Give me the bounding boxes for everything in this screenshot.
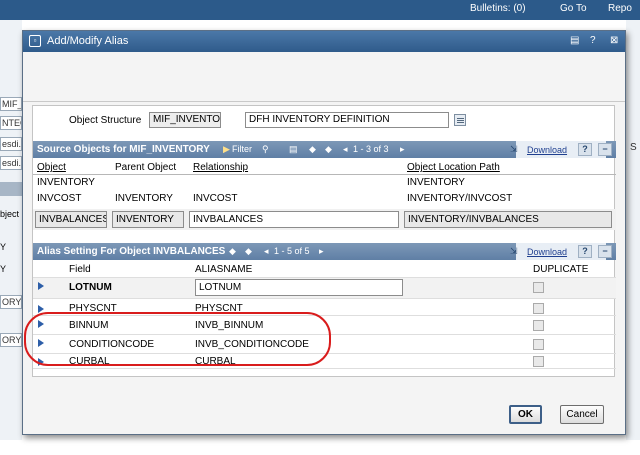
table-row[interactable]: INVENTORY INVENTORY <box>33 175 616 191</box>
object-structure-row: Object Structure MIF_INVENTORY DFH INVEN… <box>33 112 616 130</box>
row-arrow-icon[interactable] <box>38 282 44 290</box>
alias-setting-title: Alias Setting For Object INVBALANCES <box>37 246 226 257</box>
column-header-aliasname: ALIASNAME <box>195 264 253 275</box>
bg-bar <box>0 182 22 196</box>
column-header-location-path[interactable]: Object Location Path <box>407 162 500 173</box>
filter-link[interactable]: Filter <box>232 144 252 154</box>
cell-path: INVENTORY/INVBALANCES <box>404 211 612 228</box>
previous-page-icon[interactable]: ◂ <box>264 246 269 257</box>
previous-page-icon[interactable]: ◂ <box>343 144 348 155</box>
cell-field: LOTNUM <box>69 282 112 293</box>
cell-object: INVBALANCES <box>35 211 107 228</box>
bg-field: MIF_ <box>0 97 22 111</box>
cell-relationship[interactable]: INVBALANCES <box>189 211 399 228</box>
duplicate-checkbox[interactable] <box>533 320 544 331</box>
table-row[interactable]: INVCOST INVENTORY INVCOST INVENTORY/INVC… <box>33 191 616 209</box>
column-header-duplicate: DUPLICATE <box>533 264 589 275</box>
dialog-icon: ▫ <box>29 35 41 47</box>
next-page-icon[interactable]: ▸ <box>319 246 324 257</box>
find-icon[interactable]: ⚲ <box>262 144 269 155</box>
bg-text: Y <box>0 264 7 274</box>
ok-button[interactable]: OK <box>509 405 542 424</box>
column-header-relationship[interactable]: Relationship <box>193 162 248 173</box>
dialog-toolbar-area <box>23 52 625 102</box>
cell-parent: INVENTORY <box>112 211 184 228</box>
download-link[interactable]: Download <box>527 247 567 257</box>
pager-text: 1 - 5 of 5 <box>274 246 310 256</box>
table-header: Field ALIASNAME DUPLICATE <box>33 261 616 277</box>
duplicate-checkbox[interactable] <box>533 303 544 314</box>
download-icon[interactable]: ⇲ <box>510 144 518 155</box>
download-link[interactable]: Download <box>527 145 567 155</box>
pager-text: 1 - 3 of 3 <box>353 144 389 154</box>
source-objects-table: Object Parent Object Relationship Object… <box>33 161 616 230</box>
reports-link[interactable]: Repo <box>608 3 632 14</box>
background-left-panel: MIF_ NTEG esdi.i esdi.i bject Y Y ORY OR… <box>0 20 22 440</box>
cell-relationship: INVCOST <box>193 193 238 204</box>
source-objects-header: Source Objects for MIF_INVENTORY ▶ Filte… <box>33 141 616 158</box>
goto-link[interactable]: Go To <box>560 3 587 14</box>
cancel-button[interactable]: Cancel <box>560 405 604 424</box>
table-row-selected[interactable]: LOTNUM LOTNUM <box>33 277 616 298</box>
alias-setting-header: Alias Setting For Object INVBALANCES ◆ ◆… <box>33 243 616 260</box>
bg-field: NTEG <box>0 116 22 130</box>
app-header: Bulletins: (0) Go To Repo <box>0 0 640 20</box>
collapse-icon[interactable]: − <box>598 143 612 156</box>
dialog-title: Add/Modify Alias <box>47 35 129 47</box>
cell-object: INVENTORY <box>37 177 95 188</box>
alias-name-input[interactable]: LOTNUM <box>195 279 403 296</box>
help-icon[interactable]: ? <box>590 35 596 46</box>
source-objects-title: Source Objects for MIF_INVENTORY <box>37 144 210 155</box>
sort-up-icon[interactable]: ◆ <box>309 144 316 155</box>
bg-field: esdi.i <box>0 156 22 170</box>
bg-field: ORY <box>0 295 22 309</box>
object-structure-label: Object Structure <box>69 115 142 126</box>
object-structure-field[interactable]: MIF_INVENTORY <box>149 112 221 128</box>
help-icon[interactable]: ? <box>578 245 592 258</box>
lookup-icon[interactable] <box>454 114 466 126</box>
sort-down-icon[interactable]: ◆ <box>245 246 252 257</box>
cell-object: INVCOST <box>37 193 82 204</box>
cell-parent: INVENTORY <box>115 193 173 204</box>
help-icon[interactable]: ? <box>578 143 592 156</box>
column-header-object[interactable]: Object <box>37 162 66 173</box>
cell-path: INVENTORY/INVCOST <box>407 193 513 204</box>
restore-icon[interactable]: ▤ <box>570 35 579 46</box>
bg-field: ORY <box>0 333 22 347</box>
bg-text: bject <box>0 209 20 219</box>
download-icon[interactable]: ⇲ <box>510 246 518 257</box>
next-page-icon[interactable]: ▸ <box>400 144 405 155</box>
add-modify-alias-dialog: ▫ Add/Modify Alias ▤ ? ⊠ Object Structur… <box>22 30 626 435</box>
sort-down-icon[interactable]: ◆ <box>325 144 332 155</box>
sort-up-icon[interactable]: ◆ <box>229 246 236 257</box>
close-icon[interactable]: ⊠ <box>610 35 618 46</box>
table-header: Object Parent Object Relationship Object… <box>33 161 616 175</box>
column-header-parent-object: Parent Object <box>115 162 177 173</box>
bg-text: S <box>630 142 637 153</box>
duplicate-checkbox[interactable] <box>533 282 544 293</box>
collapse-icon[interactable]: − <box>598 245 612 258</box>
clear-filter-icon[interactable]: ▤ <box>289 144 298 155</box>
duplicate-checkbox[interactable] <box>533 356 544 367</box>
bg-field: esdi.i <box>0 137 22 151</box>
bg-text: Y <box>0 242 7 252</box>
table-row-selected[interactable]: INVBALANCES INVENTORY INVBALANCES INVENT… <box>33 209 616 230</box>
dialog-titlebar[interactable]: ▫ Add/Modify Alias ▤ ? ⊠ <box>23 31 625 52</box>
highlight-annotation <box>24 312 331 366</box>
cell-path: INVENTORY <box>407 177 465 188</box>
filter-icon[interactable]: ▶ <box>223 144 230 155</box>
background-right-panel: S <box>626 20 640 440</box>
column-header-field: Field <box>69 264 91 275</box>
object-structure-description-field[interactable]: DFH INVENTORY DEFINITION <box>245 112 449 128</box>
bulletins-link[interactable]: Bulletins: (0) <box>470 3 526 14</box>
duplicate-checkbox[interactable] <box>533 339 544 350</box>
